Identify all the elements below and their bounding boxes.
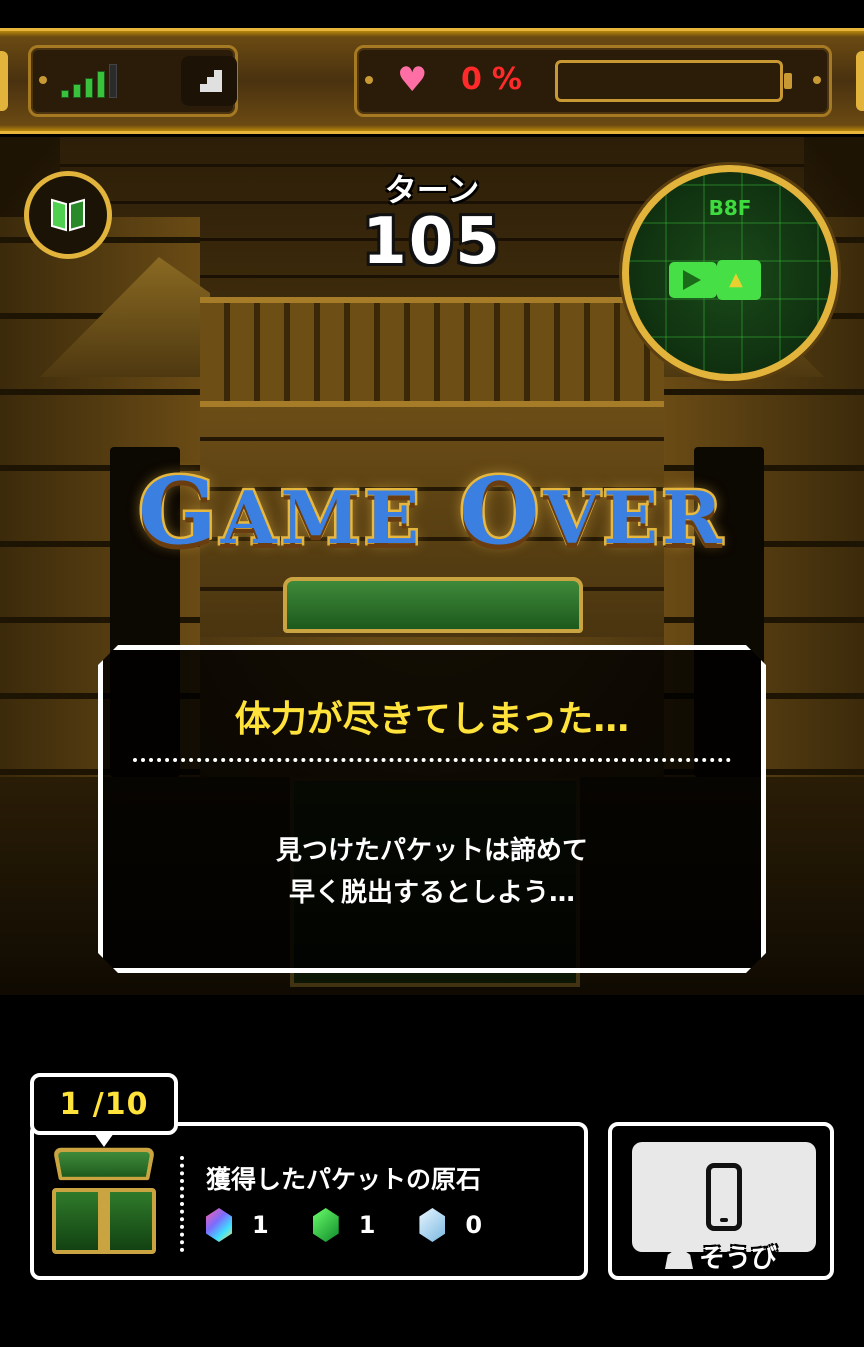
hp-percent-unit: % bbox=[491, 62, 532, 97]
dialog-body: 見つけたパケットは諦めて 早く脱出するとしよう… bbox=[103, 830, 761, 914]
packet-counter-tab: 1 /10 bbox=[30, 1073, 178, 1147]
gem-item-rainbow: 1 bbox=[206, 1208, 269, 1242]
smartphone-icon bbox=[706, 1163, 742, 1231]
frame-ornament-right bbox=[856, 51, 864, 111]
rivet-icon bbox=[813, 76, 821, 84]
equipment-label: そうび bbox=[612, 1238, 830, 1275]
treasure-chest-icon bbox=[52, 1147, 156, 1258]
rainbow-gem-icon bbox=[206, 1208, 232, 1242]
inventory-title: 獲得したパケットの原石 bbox=[206, 1165, 482, 1194]
signal-bars-icon bbox=[61, 64, 117, 98]
game-over-banner: GAME OVER bbox=[0, 455, 864, 568]
game-over-letters-ame: AME bbox=[218, 473, 424, 563]
status-bar: ♥ 0% bbox=[0, 28, 864, 134]
hp-panel: ♥ 0% bbox=[354, 45, 832, 117]
gem-count-green: 1 bbox=[358, 1211, 376, 1239]
helmet-icon bbox=[664, 1247, 693, 1269]
hp-bar-cap bbox=[784, 73, 792, 89]
dialog-title: 体力が尽きてしまった… bbox=[234, 699, 630, 740]
equipment-label-text: そうび bbox=[698, 1244, 777, 1274]
player-marker-icon: ▲ bbox=[729, 269, 743, 290]
gem-item-green: 1 bbox=[312, 1208, 376, 1242]
game-over-letter-g: G bbox=[136, 455, 221, 568]
connection-panel bbox=[28, 45, 238, 117]
hp-percent: 0% bbox=[461, 62, 532, 97]
message-dialog: 体力が尽きてしまった… 見つけたパケットは諦めて 早く脱出するとしよう… bbox=[98, 645, 766, 973]
equipment-button-face[interactable] bbox=[632, 1142, 816, 1252]
heart-icon: ♥ bbox=[397, 60, 428, 100]
dialog-line-1: 見つけたパケットは諦めて bbox=[275, 836, 588, 866]
dungeon-scene: ターン 105 B8F ▲ GAME OVER 体力が尽きてしまった… 見つけた… bbox=[0, 137, 864, 995]
stairs-icon bbox=[196, 70, 222, 92]
hp-bar bbox=[555, 60, 792, 102]
green-gem-icon bbox=[312, 1208, 339, 1242]
gem-count-rainbow: 1 bbox=[252, 1211, 269, 1239]
rivet-icon bbox=[365, 76, 373, 84]
rivet-icon bbox=[39, 76, 47, 84]
frieze bbox=[200, 297, 664, 407]
gem-item-ice: 0 bbox=[419, 1208, 482, 1242]
treasure-chest-lid bbox=[283, 577, 583, 633]
gem-list: 1 1 0 bbox=[206, 1208, 482, 1242]
minimap[interactable]: B8F ▲ bbox=[622, 165, 838, 381]
dialog-line-2: 早く脱出するとしよう… bbox=[288, 878, 575, 908]
game-over-letter-o: O bbox=[457, 455, 544, 568]
dialog-divider bbox=[133, 758, 731, 762]
hp-percent-value: 0 bbox=[461, 62, 492, 97]
minimap-floor-label: B8F bbox=[708, 196, 752, 220]
inventory-divider bbox=[180, 1156, 184, 1252]
frame-ornament-left bbox=[0, 51, 8, 111]
game-over-letters-ver: VER bbox=[541, 473, 726, 563]
minimap-current-room: ▲ bbox=[717, 260, 761, 300]
stairs-button[interactable] bbox=[181, 56, 237, 106]
equipment-button[interactable]: そうび bbox=[608, 1122, 834, 1280]
gem-count-ice: 0 bbox=[465, 1211, 483, 1239]
minimap-start-room bbox=[669, 262, 717, 298]
ice-gem-icon bbox=[419, 1208, 446, 1242]
